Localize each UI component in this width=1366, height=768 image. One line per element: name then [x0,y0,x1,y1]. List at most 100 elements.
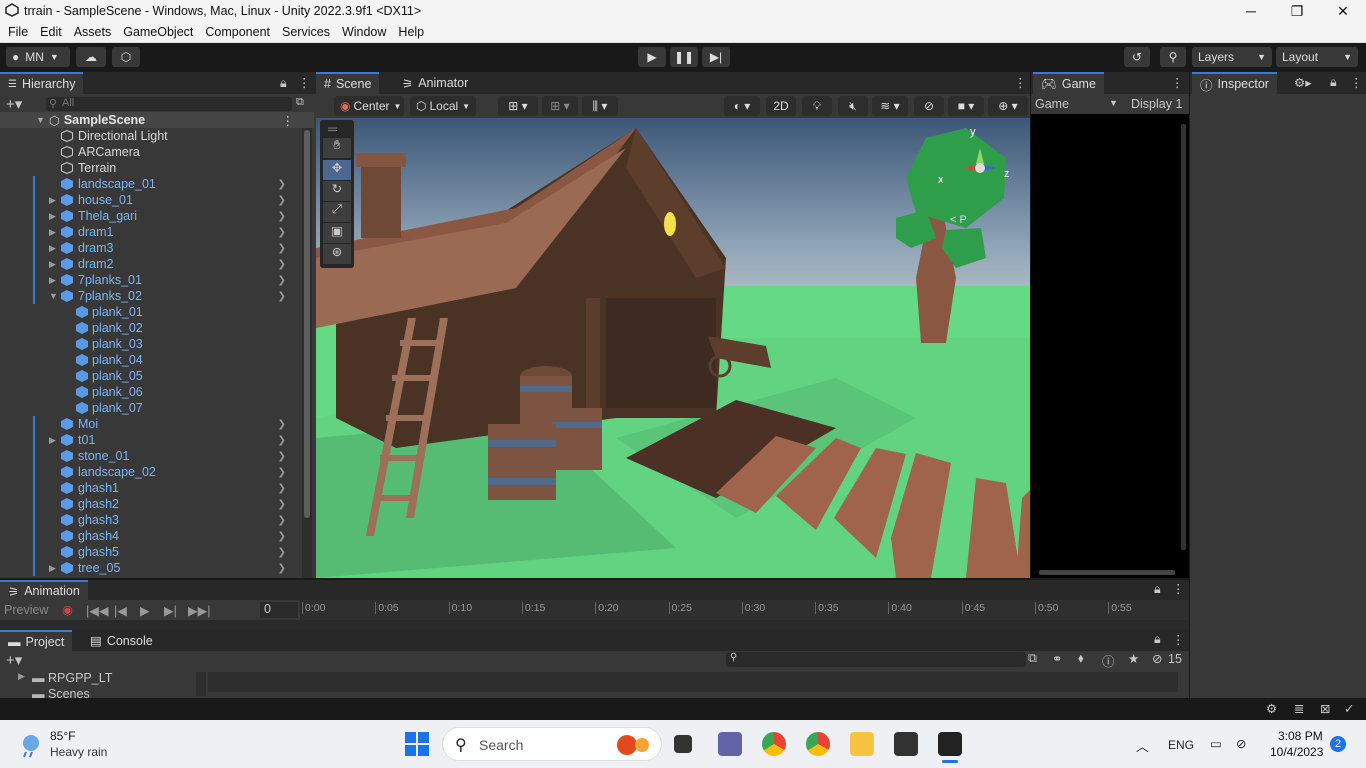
display-dropdown[interactable]: Display 1 [1131,97,1182,111]
hierarchy-item[interactable]: landscape_02 ❯ [0,464,300,480]
history-icon[interactable]: ↺ [1124,47,1150,67]
chevron-right-icon[interactable]: ❯ [278,275,286,286]
tab-animation[interactable]: ⚞ Animation [0,580,88,600]
expand-icon[interactable]: ▶ [49,563,56,574]
menu-gameobject[interactable]: GameObject [119,25,197,39]
expand-icon[interactable]: ▶ [49,227,56,238]
hierarchy-item[interactable]: plank_02 [0,320,300,336]
filter-label-icon[interactable]: ⚭ [1052,651,1062,666]
chevron-right-icon[interactable]: ❯ [278,563,286,574]
notification-badge[interactable]: 2 [1330,736,1346,752]
hierarchy-item[interactable]: Moi ❯ [0,416,300,432]
layout-dropdown[interactable]: Layout ▼ [1276,47,1358,67]
star-icon[interactable]: ★ [1128,651,1139,666]
project-scrollbar[interactable] [196,672,206,696]
file-explorer-icon[interactable] [850,732,874,756]
menu-edit[interactable]: Edit [36,25,66,39]
maximize-button[interactable]: ❐ [1274,0,1320,22]
layers-status-icon[interactable]: ≣ [1294,701,1304,716]
hierarchy-item[interactable]: ▶ 7planks_01 ❯ [0,272,300,288]
chevron-right-icon[interactable]: ❯ [278,227,286,238]
hierarchy-search-input[interactable]: ⚲ All [46,97,292,111]
play-button[interactable]: ▶ [638,47,666,67]
tab-hierarchy[interactable]: ☰ Hierarchy [0,72,84,94]
alert-icon[interactable]: ⓘ [1102,651,1115,670]
hidden-packages-icon[interactable]: ⊘ [1152,651,1162,666]
search-icon[interactable]: ⚲ [1160,47,1186,67]
hierarchy-item[interactable]: Directional Light [0,128,300,144]
menu-file[interactable]: File [4,25,32,39]
hierarchy-item[interactable]: ghash5 ❯ [0,544,300,560]
hierarchy-item[interactable]: ▶ tree_05 ❯ [0,560,300,576]
asset-area[interactable] [208,672,1178,692]
clock-date[interactable]: 10/4/2023 [1270,745,1323,759]
minimize-button[interactable]: ─ [1228,0,1274,22]
lock-icon[interactable]: 🔒︎ [1154,582,1161,597]
folder-row[interactable]: ▶ ▬ RPGPP_LT [0,671,200,685]
last-key-icon[interactable]: ▶▶| [188,603,210,618]
project-search-input[interactable]: ⚲ [726,652,1026,667]
hierarchy-scrollbar[interactable] [302,128,312,578]
language-indicator[interactable]: ENG [1168,738,1194,752]
tab-game[interactable]: 🎮︎ Game [1033,72,1104,94]
chevron-right-icon[interactable]: ❯ [278,195,286,206]
more-icon[interactable]: ⋮ [298,75,311,90]
expand-icon[interactable]: ▶ [18,671,25,682]
chevron-right-icon[interactable]: ❯ [278,291,286,302]
chevron-right-icon[interactable]: ❯ [278,211,286,222]
hierarchy-item[interactable]: plank_01 [0,304,300,320]
tab-project[interactable]: ▬ Project [0,630,73,651]
hierarchy-item[interactable]: ▶ dram3 ❯ [0,240,300,256]
chevron-right-icon[interactable]: ❯ [278,419,286,430]
expand-icon[interactable]: ▶ [49,195,56,206]
camera-button[interactable]: ■ ▾ [948,96,984,116]
taskbar-search[interactable]: ⚲ Search [442,727,662,761]
hierarchy-item[interactable]: plank_04 [0,352,300,368]
layers-dropdown[interactable]: Layers ▼ [1192,47,1272,67]
next-key-icon[interactable]: ▶| [164,603,177,618]
menu-window[interactable]: Window [338,25,390,39]
network-icon[interactable]: ⊘ [1236,736,1246,751]
expand-icon[interactable]: ▶ [49,259,56,270]
gear-icon[interactable]: ⚙︎▸ [1294,75,1311,90]
meet-icon[interactable] [718,732,742,756]
tab-console[interactable]: ▤ Console [82,630,161,651]
tag-icon[interactable]: ⬧ [1078,651,1084,666]
effects-button[interactable]: ≋ ▾ [872,96,908,116]
unity-editor-icon[interactable] [938,732,962,756]
folder-row[interactable]: ▬ Scenes [0,687,200,698]
expand-icon[interactable]: ▶ [49,275,56,286]
task-view-icon[interactable] [674,735,692,753]
chevron-right-icon[interactable]: ❯ [278,243,286,254]
more-icon[interactable]: ⋮ [282,113,295,128]
more-icon[interactable]: ⋮ [1172,581,1185,596]
game-vscroll[interactable] [1181,124,1186,550]
more-icon[interactable]: ⋮ [1171,75,1184,90]
expand-icon[interactable]: ▶ [49,211,56,222]
pivot-dropdown[interactable]: ◉ Center ▼ [334,96,404,116]
weather-icon[interactable] [18,732,44,758]
overlay-handle-icon[interactable]: ═ [328,122,337,136]
prev-key-icon[interactable]: |◀ [114,603,127,618]
chevron-up-icon[interactable]: ︿ [1136,736,1149,755]
display-icon[interactable]: ▭ [1210,736,1222,751]
menu-services[interactable]: Services [278,25,334,39]
expand-icon[interactable]: ▼ [36,115,45,125]
add-icon[interactable]: +▾ [6,651,22,669]
hierarchy-item[interactable]: landscape_01 ❯ [0,176,300,192]
chevron-right-icon[interactable]: ❯ [278,547,286,558]
chevron-right-icon[interactable]: ❯ [278,467,286,478]
gizmo-x-label[interactable]: x [938,174,944,186]
game-view-dropdown[interactable]: Game [1035,97,1069,111]
account-dropdown[interactable]: ● MN ▼ [6,47,70,67]
tab-animator[interactable]: ⚞ Animator [394,72,476,94]
2d-toggle[interactable]: 2D [766,96,796,116]
chrome-profile-icon[interactable] [806,732,830,756]
chevron-right-icon[interactable]: ❯ [278,435,286,446]
lighting-toggle[interactable]: 💡︎ [802,96,832,116]
hierarchy-item[interactable]: ghash4 ❯ [0,528,300,544]
scene-search-icon[interactable]: ⧉ [296,96,304,109]
expand-icon[interactable]: ▶ [49,435,56,446]
frame-input[interactable]: 0 [260,602,298,618]
visibility-toggle[interactable]: ⊘ [914,96,944,116]
